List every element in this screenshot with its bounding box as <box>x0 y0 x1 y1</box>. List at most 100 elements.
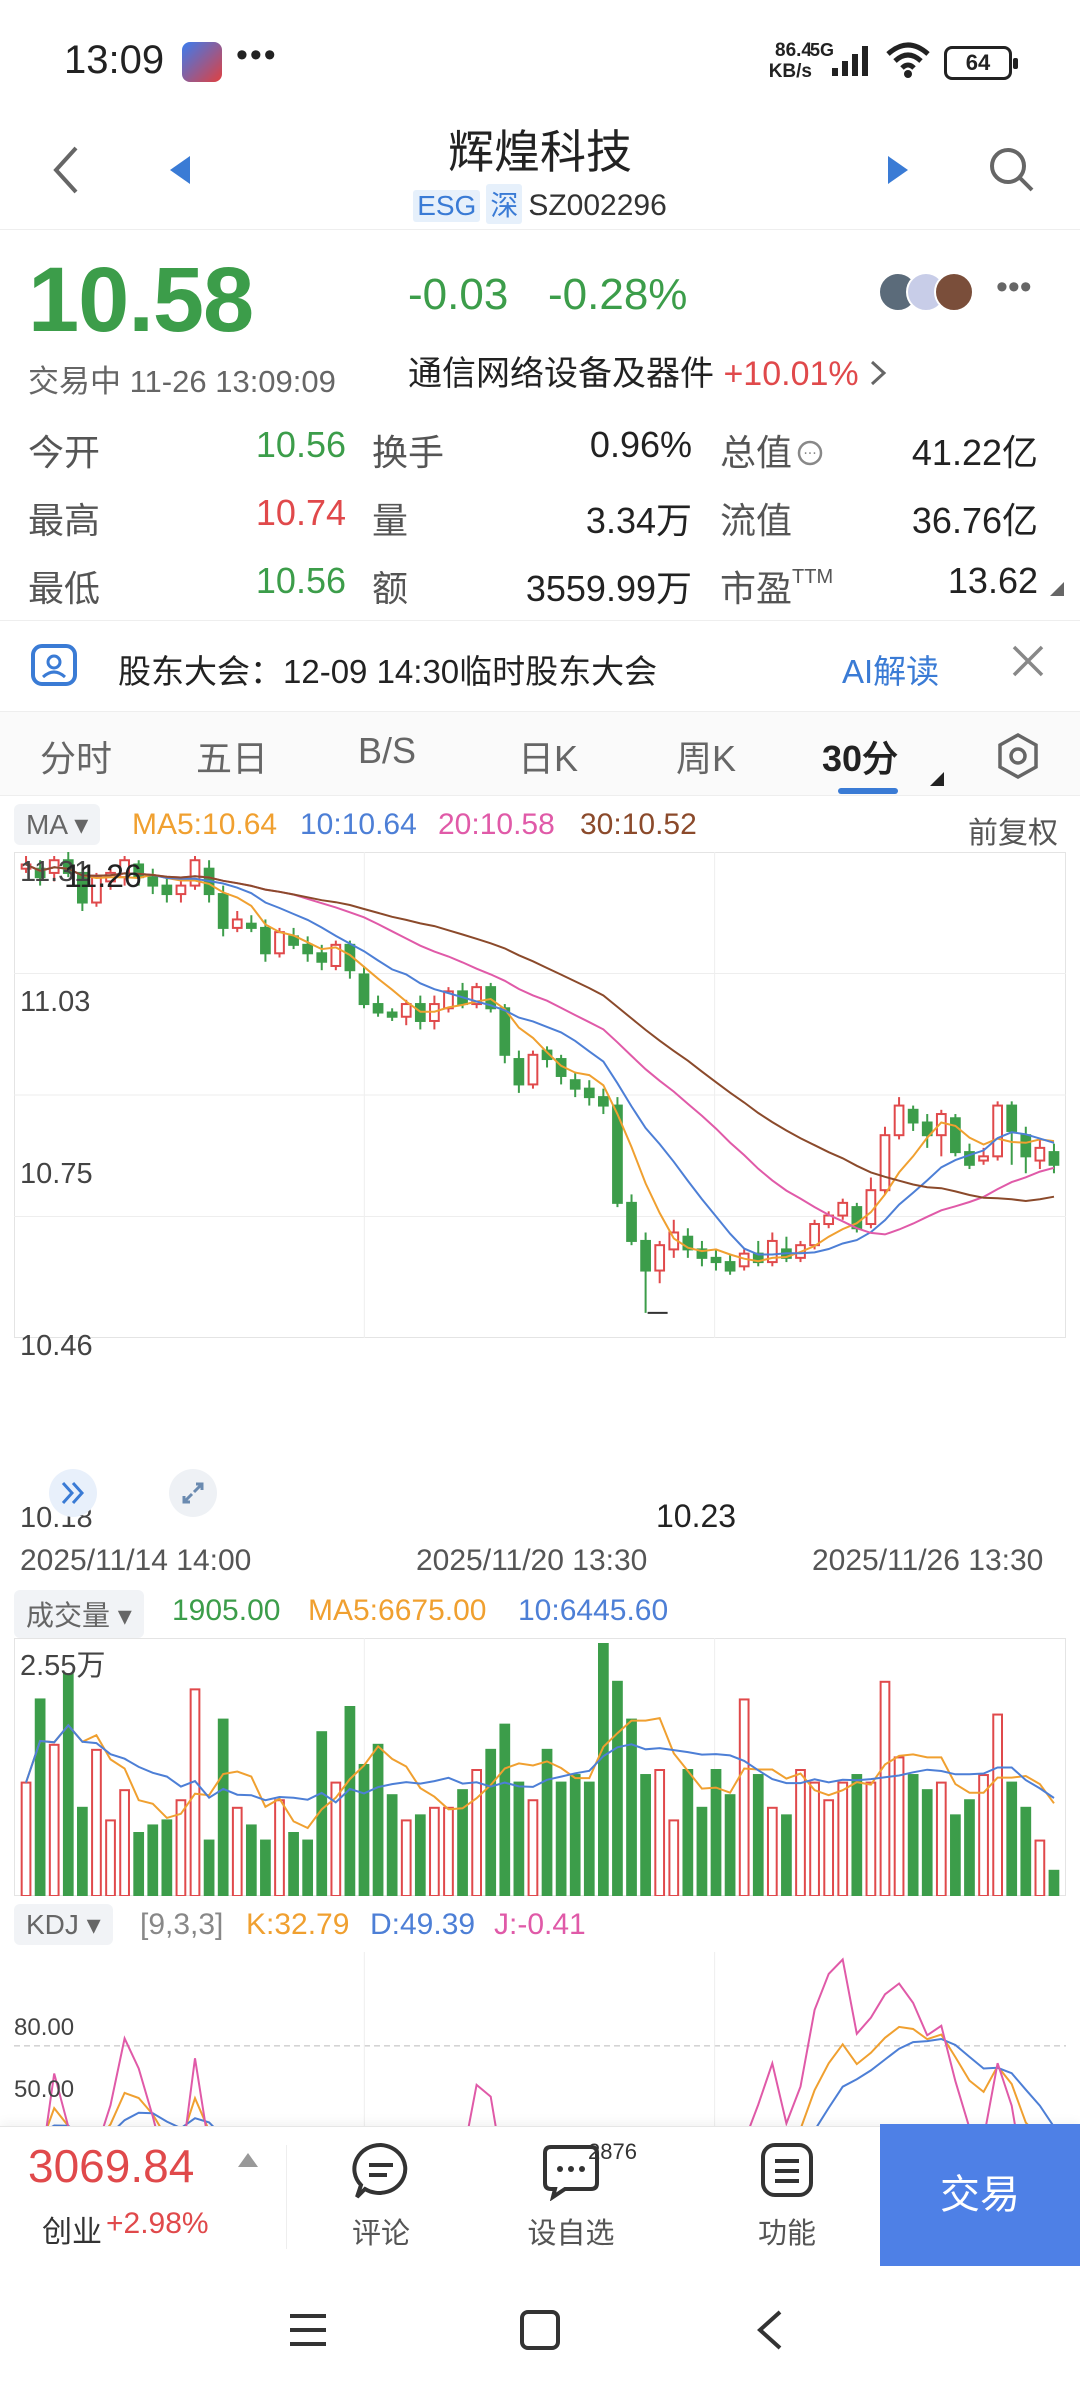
price-change-percent: -0.28% <box>548 270 688 319</box>
legend-kdj-k: K:32.79 <box>246 1908 350 1941</box>
kdj-chart[interactable] <box>14 1952 1066 2126</box>
candle-body <box>527 1053 539 1086</box>
volume-bar <box>288 1832 299 1896</box>
stat-low-label: 最低 <box>28 568 101 609</box>
volume-bar <box>569 1774 581 1896</box>
stat-market-cap-label[interactable]: 总值 ··· <box>720 424 824 476</box>
index-change: +2.98% <box>106 2207 209 2240</box>
industry-link[interactable]: 通信网络设备及器件 +10.01% <box>408 346 888 395</box>
volume-bar <box>119 1789 130 1896</box>
volume-bar <box>414 1814 426 1896</box>
expand-corner-icon[interactable] <box>1048 580 1066 598</box>
legend-volume-ma5: MA5:6675.00 <box>308 1594 487 1627</box>
status-bar: 13:09 ••• 86.4 KB/s 5G 64 <box>0 0 1080 120</box>
search-icon[interactable] <box>988 146 1036 194</box>
date-label: 2025/11/20 13:30 <box>416 1544 648 1577</box>
tab-daily-k[interactable]: 日K <box>518 730 578 782</box>
battery-icon: 64 <box>944 46 1018 80</box>
adjust-mode[interactable]: 前复权 <box>968 808 1058 852</box>
candlestick-chart[interactable] <box>14 852 1066 1338</box>
volume-bar <box>302 1839 314 1896</box>
stat-high-label: 最高 <box>28 500 101 541</box>
back-icon[interactable] <box>752 2308 788 2352</box>
volume-bar <box>203 1839 215 1896</box>
recent-apps-icon[interactable] <box>286 2310 330 2350</box>
volume-bar <box>1006 1781 1018 1896</box>
kdj-axis-label: 50.00 <box>14 2076 75 2103</box>
volume-bar <box>781 1814 792 1896</box>
volume-bar <box>358 1763 370 1896</box>
volume-bar <box>921 1789 933 1896</box>
candle-body <box>1034 1146 1046 1162</box>
home-icon[interactable] <box>518 2308 562 2352</box>
volume-bar <box>91 1748 102 1896</box>
esg-tag[interactable]: ESG <box>413 190 481 222</box>
tab-30min[interactable]: 30分 <box>822 730 898 782</box>
ma30-line <box>25 863 1055 1203</box>
next-stock-icon[interactable] <box>886 154 910 186</box>
volume-bar <box>429 1806 440 1896</box>
announcement-text: 股东大会：12-09 14:30临时股东大会 <box>118 653 658 690</box>
divider <box>286 2145 287 2249</box>
candle-body <box>640 1239 651 1272</box>
candle-body <box>879 1134 891 1192</box>
tab-bs[interactable]: B/S <box>358 730 416 772</box>
index-expand-icon[interactable] <box>238 2153 258 2167</box>
volume-bar <box>823 1799 835 1896</box>
volume-bar <box>471 1769 483 1896</box>
volume-bar <box>48 1743 60 1896</box>
legend-volume: 1905.00 <box>172 1594 281 1627</box>
stat-market-cap-text: 总值 <box>720 432 793 473</box>
ma10-line <box>25 863 1055 1256</box>
volume-bar <box>231 1806 243 1896</box>
more-icon[interactable]: ••• <box>996 268 1032 307</box>
ma-selector-label: MA <box>26 809 67 840</box>
index-name: 创业 <box>42 2216 102 2249</box>
comment-button[interactable]: 评论 <box>316 2141 446 2252</box>
industry-change: +10.01% <box>723 355 859 393</box>
volume-bar <box>950 1814 961 1896</box>
price-axis-label: 10.46 <box>20 1330 93 1362</box>
active-tab-indicator <box>838 788 898 794</box>
kline-chart-panel[interactable]: MA ▾ MA5:10.64 10:10.64 20:10.58 30:10.5… <box>0 796 1080 2126</box>
announcement-bar[interactable]: 股东大会：12-09 14:30临时股东大会 AI解读 <box>0 620 1080 712</box>
indicator-selector-ma[interactable]: MA ▾ <box>14 804 101 845</box>
stat-turnover-label: 换手 <box>372 432 445 473</box>
volume-bar <box>964 1799 975 1896</box>
stat-open-value: 10.56 <box>255 424 346 465</box>
candle-body <box>978 1155 989 1162</box>
volume-bar <box>386 1794 398 1896</box>
close-icon[interactable] <box>1010 643 1046 679</box>
functions-button[interactable]: 功能 <box>722 2141 852 2252</box>
period-dropdown-icon[interactable] <box>930 772 944 786</box>
candle-body <box>809 1223 820 1247</box>
stat-market-cap-value: 41.22亿 <box>911 432 1038 473</box>
candle-body <box>724 1261 736 1272</box>
tab-weekly-k[interactable]: 周K <box>676 730 736 782</box>
volume-bar <box>217 1718 229 1896</box>
candle-body <box>513 1058 525 1086</box>
trade-button[interactable]: 交易 <box>880 2124 1080 2266</box>
kdj-axis-label: 80.00 <box>14 2014 75 2041</box>
fullscreen-icon[interactable] <box>168 1468 218 1518</box>
price-change: -0.03 <box>408 270 509 319</box>
stat-turnover-value: 0.96% <box>589 424 692 465</box>
volume-bar <box>752 1774 764 1896</box>
indicator-selector-volume[interactable]: 成交量 ▾ <box>14 1590 144 1638</box>
indicator-selector-kdj[interactable]: KDJ ▾ <box>14 1904 113 1945</box>
volume-bar <box>935 1781 947 1896</box>
expand-sidebar-icon[interactable] <box>48 1468 98 1518</box>
tab-intraday[interactable]: 分时 <box>40 730 112 782</box>
notice-icon <box>31 644 77 686</box>
volume-chart[interactable] <box>14 1638 1066 1896</box>
candle-body <box>231 918 243 929</box>
volume-bar <box>654 1769 666 1896</box>
chart-settings-icon[interactable] <box>996 732 1040 780</box>
volume-bar <box>809 1781 820 1896</box>
volume-bar <box>245 1824 257 1896</box>
index-value[interactable]: 3069.84 <box>28 2139 194 2193</box>
ai-interpret-button[interactable]: AI解读 <box>842 645 939 693</box>
tab-five-day[interactable]: 五日 <box>196 730 268 782</box>
volume-bar <box>499 1723 511 1896</box>
wifi-icon <box>886 42 930 78</box>
